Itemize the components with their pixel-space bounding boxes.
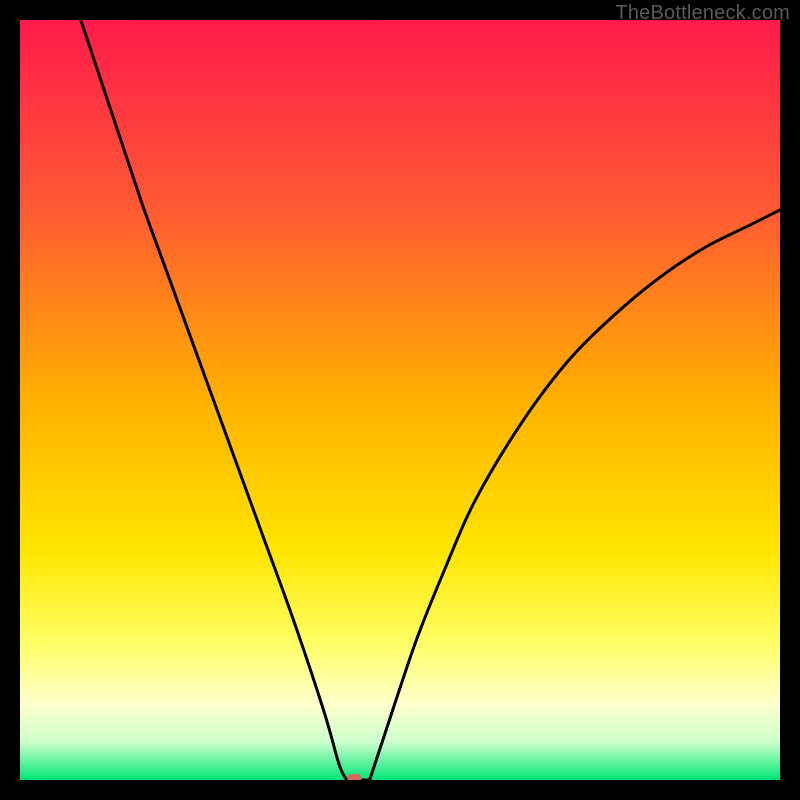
minimum-marker <box>347 774 361 780</box>
plot-area <box>20 20 780 780</box>
chart-frame: TheBottleneck.com <box>0 0 800 800</box>
gradient-background <box>20 20 780 780</box>
bottleneck-curve-chart <box>20 20 780 780</box>
